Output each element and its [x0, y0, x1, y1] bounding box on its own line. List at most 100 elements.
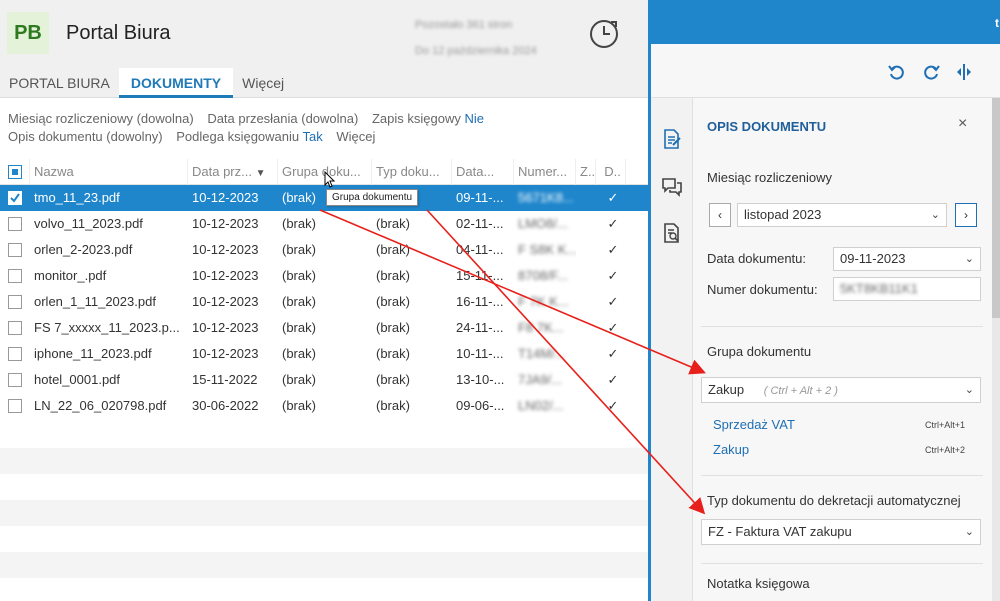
cell-type: (brak) — [376, 242, 410, 257]
col-typ[interactable]: Typ doku... — [372, 158, 452, 185]
cell-name[interactable]: tmo_11_23.pdf — [30, 185, 188, 211]
cell-name[interactable]: LN_22_06_020798.pdf — [30, 393, 188, 419]
col-nazwa[interactable]: Nazwa — [30, 158, 188, 185]
col-data[interactable]: Data... — [452, 158, 514, 185]
table-row[interactable]: volvo_11_2023.pdf 10-12-2023 (brak) (brak) 0… — [0, 211, 648, 237]
document-search-icon[interactable] — [661, 222, 683, 244]
history-clock-icon[interactable] — [588, 18, 620, 50]
row-checkbox[interactable] — [0, 341, 30, 367]
checkbox-icon — [8, 269, 22, 283]
month-select[interactable]: listopad 2023 ⌄ — [737, 203, 947, 227]
cell-name[interactable]: orlen_1_11_2023.pdf — [30, 289, 188, 315]
note-label: Notatka księgowa — [707, 576, 810, 591]
group-select[interactable]: Zakup ( Ctrl + Alt + 2 ) ⌄ — [701, 377, 981, 403]
cell-group: (brak) — [282, 398, 316, 413]
comments-icon[interactable] — [661, 176, 683, 198]
edit-document-icon[interactable] — [661, 128, 683, 150]
cell-group: (brak) — [282, 268, 316, 283]
cell-group: (brak) — [282, 216, 316, 231]
row-checkbox[interactable] — [0, 367, 30, 393]
cell-name[interactable]: volvo_11_2023.pdf — [30, 211, 188, 237]
table-row[interactable]: hotel_0001.pdf 15-11-2022 (brak) (brak) 13-1… — [0, 367, 648, 393]
tab-dokumenty[interactable]: DOKUMENTY — [118, 68, 234, 98]
type-select[interactable]: FZ - Faktura VAT zakupu ⌄ — [701, 519, 981, 545]
row-checkbox[interactable] — [0, 289, 30, 315]
doc-number-field[interactable]: 5KT8KB11K1 — [833, 277, 981, 301]
row-checkbox[interactable] — [0, 315, 30, 341]
filter-ledger-entry[interactable]: Zapis księgowy Nie — [372, 111, 484, 126]
col-data-przeslania[interactable]: Data prz... ▼ — [188, 158, 278, 185]
cell-group: (brak) — [282, 346, 316, 361]
cell-check: ✓ — [607, 346, 619, 361]
col-d[interactable]: D.. — [596, 158, 626, 185]
col-z[interactable]: Z.. — [576, 158, 596, 185]
cell-name[interactable]: monitor_.pdf — [30, 263, 188, 289]
doc-date-field[interactable]: 09-11-2023 ⌄ — [833, 247, 981, 271]
cell-doc-date: 09-11-... — [456, 190, 504, 205]
filter-month[interactable]: Miesiąc rozliczeniowy (dowolna) — [8, 111, 194, 126]
filter-to-book[interactable]: Podlega księgowaniu Tak — [176, 129, 323, 144]
chevron-down-icon: ⌄ — [930, 209, 940, 221]
cell-check: ✓ — [607, 242, 619, 257]
table-row[interactable]: orlen_2-2023.pdf 10-12-2023 (brak) (brak) 04… — [0, 237, 648, 263]
app-title: Portal Biura — [66, 22, 171, 44]
table-row[interactable]: FS 7_xxxxx_11_2023.p... 10-12-2023 (brak) (… — [0, 315, 648, 341]
tab-wiecej[interactable]: Więcej — [233, 68, 293, 98]
month-prev-button[interactable]: ‹ — [709, 203, 731, 227]
cell-name[interactable]: FS 7_xxxxx_11_2023.p... — [30, 315, 188, 341]
chevron-down-icon: ⌄ — [964, 384, 974, 396]
table-row[interactable]: orlen_1_11_2023.pdf 10-12-2023 (brak) (brak… — [0, 289, 648, 315]
cell-z — [576, 289, 596, 315]
cell-doc-date: 24-11-... — [456, 320, 504, 335]
filter-sent-date[interactable]: Data przesłania (dowolna) — [207, 111, 358, 126]
select-all-checkbox[interactable] — [0, 158, 30, 185]
rotate-left-icon[interactable] — [887, 62, 907, 82]
filter-description[interactable]: Opis dokumentu (dowolny) — [8, 129, 163, 144]
checkbox-icon — [8, 373, 22, 387]
quota-pages: Pozostało 361 stron — [415, 19, 513, 31]
month-label: Miesiąc rozliczeniowy — [707, 170, 832, 185]
cell-z — [576, 237, 596, 263]
detail-scrollbar[interactable] — [992, 98, 1000, 601]
group-option-sprzedaz[interactable]: Sprzedaż VAT — [713, 417, 795, 432]
table-row[interactable]: iphone_11_2023.pdf 10-12-2023 (brak) (brak)… — [0, 341, 648, 367]
row-checkbox[interactable] — [0, 263, 30, 289]
row-checkbox[interactable] — [0, 237, 30, 263]
cell-doc-date: 04-11-... — [456, 242, 504, 257]
row-checkbox[interactable] — [0, 393, 30, 419]
panel-title: OPIS DOKUMENTU — [707, 119, 827, 134]
cell-sent-date: 10-12-2023 — [192, 242, 259, 257]
cell-doc-date: 13-10-... — [456, 372, 505, 387]
detail-top-bar: t — [651, 0, 1000, 44]
cell-sent-date: 10-12-2023 — [192, 190, 259, 205]
filter-more[interactable]: Więcej — [336, 129, 375, 144]
cell-group: (brak) — [282, 320, 316, 335]
split-view-icon[interactable] — [954, 62, 974, 82]
quota-date: Do 12 października 2024 — [415, 45, 537, 57]
cell-name[interactable]: orlen_2-2023.pdf — [30, 237, 188, 263]
table-row[interactable]: monitor_.pdf 10-12-2023 (brak) (brak) 15-11-… — [0, 263, 648, 289]
cell-doc-date: 02-11-... — [456, 216, 504, 231]
col-numer[interactable]: Numer... — [514, 158, 576, 185]
cell-number: LN02/... — [518, 398, 564, 413]
cell-name[interactable]: hotel_0001.pdf — [30, 367, 188, 393]
checkbox-icon — [8, 243, 22, 257]
row-checkbox[interactable] — [0, 211, 30, 237]
tab-portal-biura[interactable]: PORTAL BIURA — [0, 68, 119, 98]
month-next-button[interactable]: › — [955, 203, 977, 227]
cell-z — [576, 393, 596, 419]
group-option-zakup[interactable]: Zakup — [713, 442, 749, 457]
document-description-panel: OPIS DOKUMENTU × Miesiąc rozliczeniowy ‹… — [693, 98, 983, 601]
close-icon[interactable]: × — [958, 115, 967, 133]
rotate-right-icon[interactable] — [921, 62, 941, 82]
checkbox-icon — [8, 399, 22, 413]
cell-z — [576, 263, 596, 289]
cell-doc-date: 10-11-... — [456, 346, 504, 361]
doc-number-label: Numer dokumentu: — [707, 282, 818, 297]
cell-number: F 7K K... — [518, 294, 569, 309]
table-row[interactable]: LN_22_06_020798.pdf 30-06-2022 (brak) (brak… — [0, 393, 648, 419]
row-checkbox[interactable] — [0, 185, 30, 211]
cell-name[interactable]: iphone_11_2023.pdf — [30, 341, 188, 367]
detail-top-title: t — [995, 16, 999, 30]
cell-z — [576, 341, 596, 367]
